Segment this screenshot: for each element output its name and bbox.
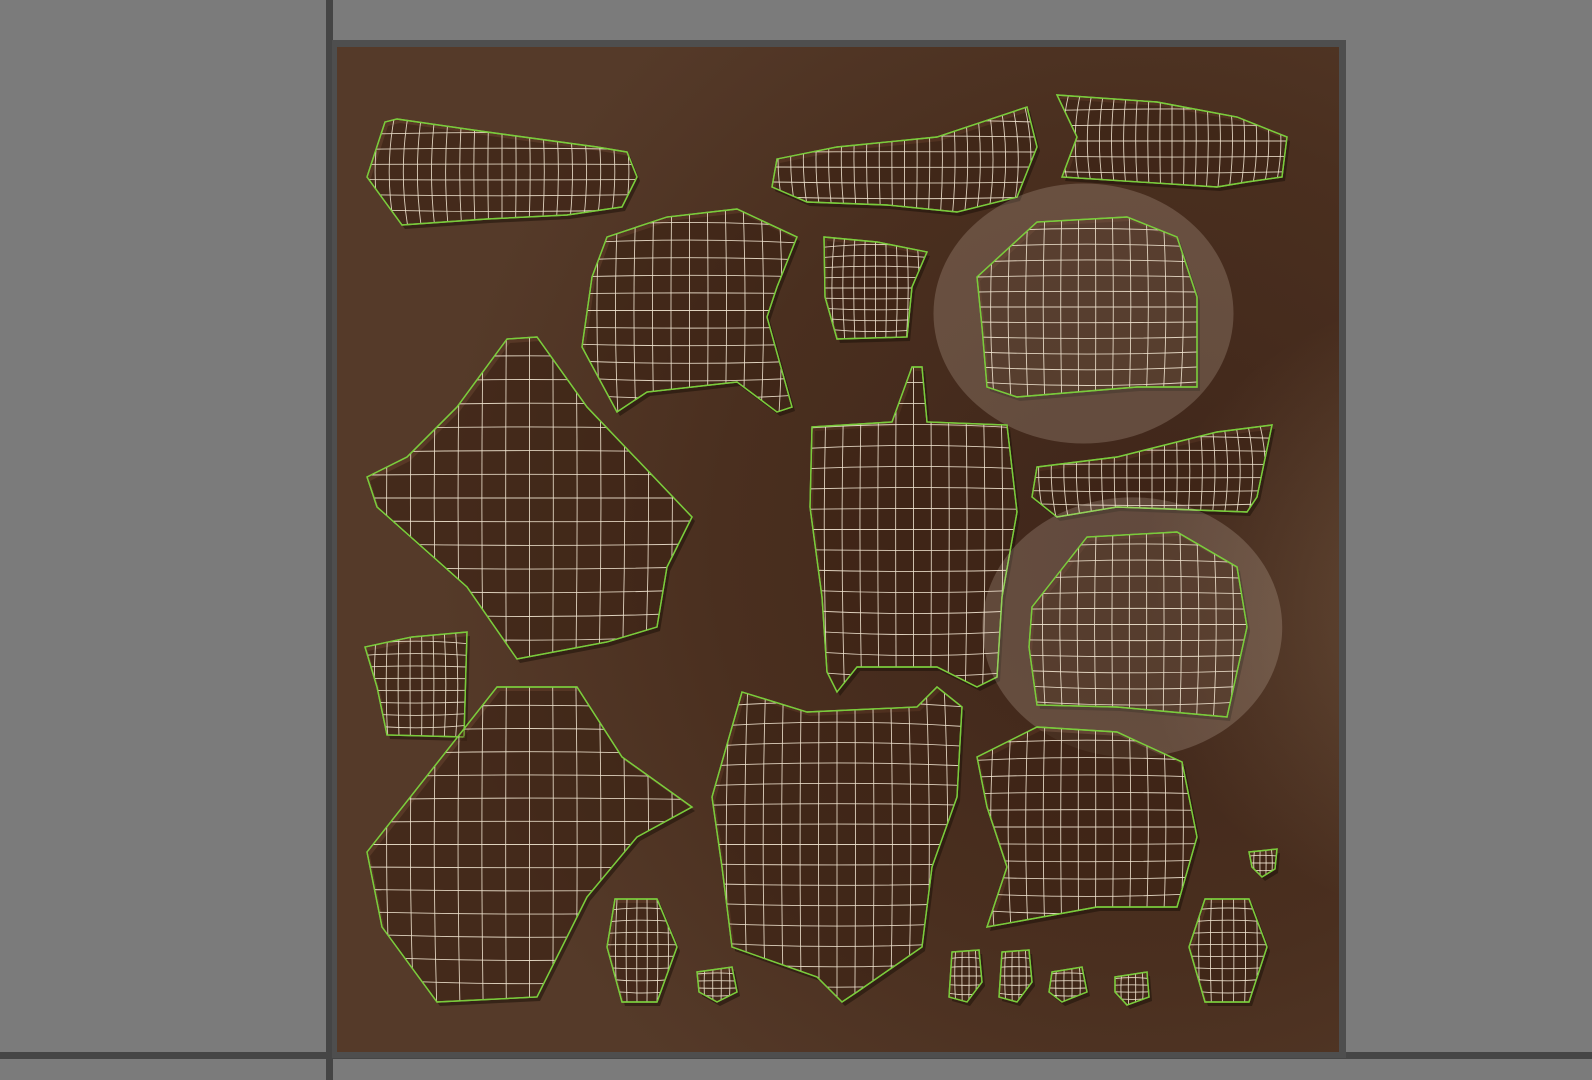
uv-shell-small-pieces-18[interactable] bbox=[1048, 966, 1090, 1006]
uv-shell-cuff-left[interactable] bbox=[364, 631, 470, 741]
uv-shell-shoulder-patch-right[interactable] bbox=[933, 183, 1234, 444]
uv-shell-small-pieces-21[interactable] bbox=[1248, 848, 1280, 881]
uv-shell-forearm-right[interactable] bbox=[771, 106, 1040, 216]
uv-shell-shoulder-patch-left[interactable] bbox=[581, 208, 800, 416]
uv-shell-oval-left[interactable] bbox=[606, 898, 680, 1006]
uv-tile-0-1[interactable] bbox=[337, 47, 1339, 1052]
uv-shell-small-pieces-19[interactable] bbox=[1114, 971, 1152, 1009]
uv-shell-shoulder-patch-bottom-right[interactable] bbox=[976, 726, 1200, 931]
uv-shell-small-pieces-17[interactable] bbox=[998, 949, 1035, 1006]
uv-shell-small-pieces-20[interactable] bbox=[696, 966, 740, 1006]
uv-shell-upper-arm-right[interactable] bbox=[1055, 94, 1290, 191]
uv-shell-shoulder-patch-right-lower[interactable] bbox=[982, 497, 1283, 758]
uv-shell-torso-back[interactable] bbox=[711, 686, 965, 1006]
uv-shell-oval-right[interactable] bbox=[1188, 898, 1270, 1006]
uv-shell-upper-arm-left[interactable] bbox=[366, 118, 640, 229]
uv-shell-small-pieces[interactable] bbox=[948, 949, 985, 1006]
uv-shell-cuff-top[interactable] bbox=[823, 236, 930, 343]
uv-layout-canvas[interactable] bbox=[337, 47, 1339, 1052]
uv-editor-viewport[interactable] bbox=[0, 0, 1592, 1080]
